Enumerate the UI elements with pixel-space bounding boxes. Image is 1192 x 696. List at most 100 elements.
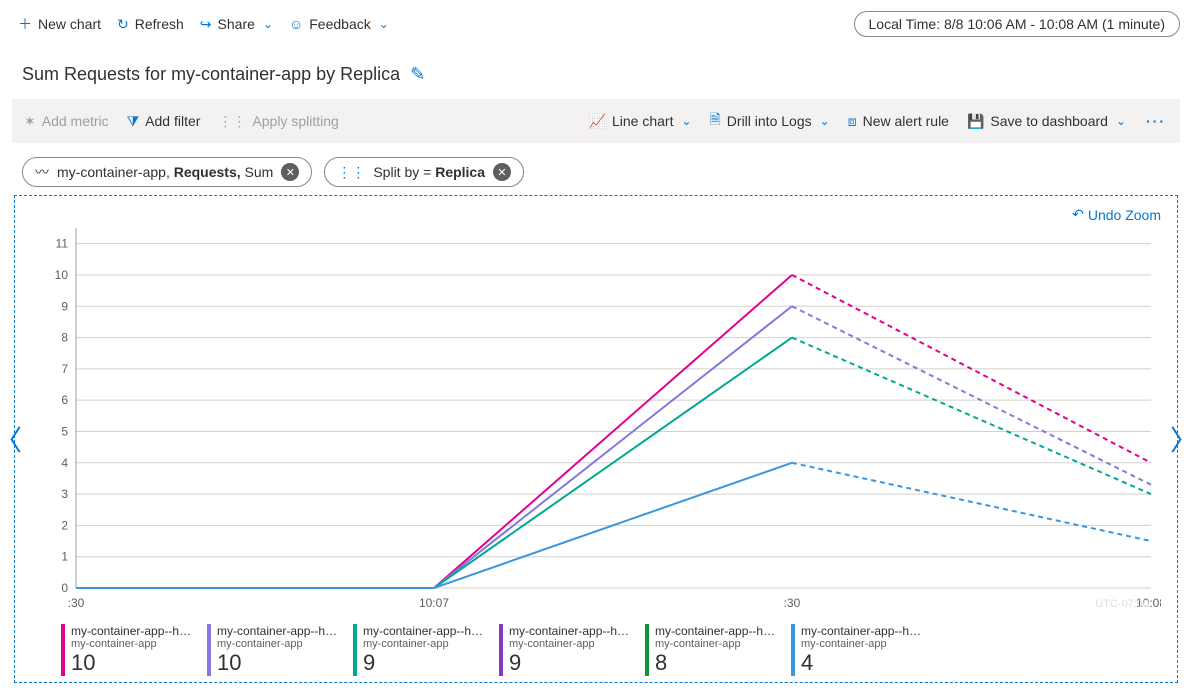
more-button[interactable]: ···: [1138, 113, 1174, 129]
add-metric-icon: ✶: [24, 113, 36, 130]
new-alert-button[interactable]: ⧈ New alert rule: [842, 109, 955, 134]
save-dash-label: Save to dashboard: [990, 113, 1108, 129]
legend-item[interactable]: my-container-app--h7…my-container-app4: [791, 624, 931, 676]
chevron-down-icon: ⌄: [379, 17, 389, 31]
drill-logs-label: Drill into Logs: [727, 113, 812, 129]
legend-swatch: [791, 624, 795, 676]
legend-series-name: my-container-app--h7…: [801, 624, 927, 638]
edit-title-icon[interactable]: ✎: [410, 64, 425, 85]
split-pill[interactable]: ⋮⋮ Split by = Replica ✕: [324, 157, 524, 187]
legend-resource: my-container-app: [71, 638, 197, 650]
metric-resource: my-container-app,: [57, 164, 170, 180]
legend-resource: my-container-app: [363, 638, 489, 650]
chart-legend: my-container-app--h7…my-container-app10m…: [21, 616, 1171, 676]
legend-item[interactable]: my-container-app--h7…my-container-app9: [499, 624, 639, 676]
chevron-down-icon: ⌄: [681, 114, 691, 128]
chevron-down-icon: ⌄: [1116, 114, 1126, 128]
alert-icon: ⧈: [848, 113, 857, 130]
legend-resource: my-container-app: [217, 638, 343, 650]
feedback-button[interactable]: ☺ Feedback ⌄: [283, 12, 395, 36]
metric-line-icon: 〰: [35, 162, 49, 182]
legend-series-name: my-container-app--h7…: [363, 624, 489, 638]
chevron-down-icon: ⌄: [263, 17, 273, 31]
split-prefix: Split by =: [373, 164, 435, 180]
svg-text:9: 9: [61, 299, 68, 313]
legend-resource: my-container-app: [509, 638, 635, 650]
legend-resource: my-container-app: [655, 638, 781, 650]
svg-text:11: 11: [56, 237, 69, 251]
metric-agg: Sum: [245, 164, 274, 180]
svg-text::30: :30: [784, 596, 801, 610]
remove-metric-icon[interactable]: ✕: [281, 163, 299, 181]
chart-title: Sum Requests for my-container-app by Rep…: [22, 64, 400, 85]
plus-icon: ＋: [18, 14, 32, 34]
legend-item[interactable]: my-container-app--h7…my-container-app9: [353, 624, 493, 676]
share-label: Share: [218, 16, 255, 32]
split-icon: ⋮⋮: [218, 113, 246, 130]
svg-text:0: 0: [61, 581, 68, 595]
new-chart-label: New chart: [38, 16, 101, 32]
refresh-button[interactable]: ↻ Refresh: [111, 12, 190, 37]
legend-value: 8: [655, 650, 781, 676]
remove-split-icon[interactable]: ✕: [493, 163, 511, 181]
legend-series-name: my-container-app--h7…: [217, 624, 343, 638]
chart-type-label: Line chart: [612, 113, 673, 129]
time-range-pill[interactable]: Local Time: 8/8 10:06 AM - 10:08 AM (1 m…: [854, 11, 1180, 37]
undo-icon: ↶: [1072, 206, 1084, 223]
svg-text:5: 5: [61, 424, 68, 438]
split-dimension: Replica: [435, 164, 485, 180]
legend-swatch: [61, 624, 65, 676]
add-filter-label: Add filter: [145, 113, 200, 129]
smile-icon: ☺: [289, 16, 303, 32]
chart-title-row: Sum Requests for my-container-app by Rep…: [12, 44, 1180, 99]
line-chart-icon: 📈: [589, 113, 606, 130]
svg-text:7: 7: [61, 362, 68, 376]
new-chart-button[interactable]: ＋ New chart: [12, 10, 107, 38]
legend-swatch: [645, 624, 649, 676]
legend-swatch: [499, 624, 503, 676]
svg-text:6: 6: [61, 393, 68, 407]
legend-item[interactable]: my-container-app--h7…my-container-app10: [207, 624, 347, 676]
svg-text:8: 8: [61, 331, 68, 345]
chart-plot[interactable]: 01234567891011:3010:07:3010:08UTC-07:00: [21, 223, 1161, 613]
legend-series-name: my-container-app--h7…: [509, 624, 635, 638]
legend-item[interactable]: my-container-app--h7…my-container-app10: [61, 624, 201, 676]
svg-text:3: 3: [61, 487, 68, 501]
apply-splitting-button[interactable]: ⋮⋮ Apply splitting: [212, 109, 344, 134]
metric-pill[interactable]: 〰 my-container-app, Requests, Sum ✕: [22, 157, 312, 187]
feedback-label: Feedback: [309, 16, 370, 32]
legend-value: 9: [363, 650, 489, 676]
save-icon: 💾: [967, 113, 984, 130]
legend-value: 10: [71, 650, 197, 676]
metric-name: Requests,: [174, 164, 241, 180]
share-icon: ↪: [200, 16, 212, 33]
svg-text:4: 4: [61, 456, 68, 470]
logs-icon: 🗎: [710, 109, 721, 133]
svg-text:10:07: 10:07: [419, 596, 449, 610]
filter-icon: ⧩: [127, 113, 140, 130]
add-filter-button[interactable]: ⧩ Add filter: [121, 109, 207, 134]
undo-zoom-label: Undo Zoom: [1088, 207, 1161, 223]
add-metric-button[interactable]: ✶ Add metric: [18, 109, 115, 134]
time-range-label: Local Time: 8/8 10:06 AM - 10:08 AM (1 m…: [869, 16, 1165, 32]
legend-series-name: my-container-app--h7…: [71, 624, 197, 638]
legend-value: 10: [217, 650, 343, 676]
add-metric-label: Add metric: [42, 113, 109, 129]
legend-swatch: [207, 624, 211, 676]
legend-item[interactable]: my-container-app--h7…my-container-app8: [645, 624, 785, 676]
top-toolbar: ＋ New chart ↻ Refresh ↪ Share ⌄ ☺ Feedba…: [12, 4, 1180, 44]
apply-splitting-label: Apply splitting: [252, 113, 338, 129]
split-pill-icon: ⋮⋮: [337, 164, 365, 181]
drill-logs-button[interactable]: 🗎 Drill into Logs ⌄: [704, 105, 836, 137]
svg-text::30: :30: [68, 596, 85, 610]
chevron-down-icon: ⌄: [820, 114, 830, 128]
svg-text:10: 10: [55, 268, 69, 282]
legend-resource: my-container-app: [801, 638, 927, 650]
legend-series-name: my-container-app--h7…: [655, 624, 781, 638]
refresh-label: Refresh: [135, 16, 184, 32]
share-button[interactable]: ↪ Share ⌄: [194, 12, 279, 37]
chart-type-button[interactable]: 📈 Line chart ⌄: [583, 109, 698, 134]
undo-zoom-button[interactable]: ↶ Undo Zoom: [1072, 206, 1161, 223]
save-dashboard-button[interactable]: 💾 Save to dashboard ⌄: [961, 109, 1132, 134]
chart-container: ↶ Undo Zoom 01234567891011:3010:07:3010:…: [14, 195, 1178, 683]
